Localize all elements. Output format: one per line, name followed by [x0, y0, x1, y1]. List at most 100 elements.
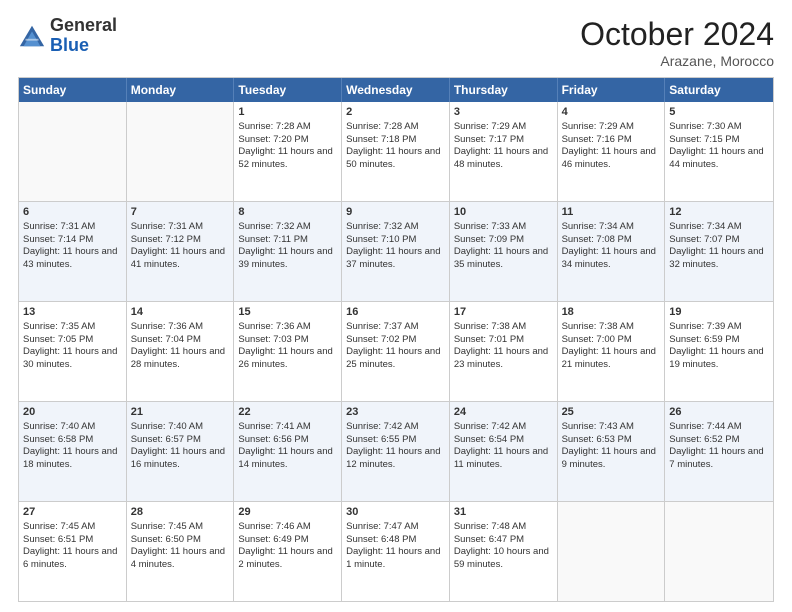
calendar-header: SundayMondayTuesdayWednesdayThursdayFrid…	[19, 78, 773, 102]
header-day-wednesday: Wednesday	[342, 78, 450, 102]
daylight-text: Daylight: 11 hours and 21 minutes.	[562, 346, 661, 372]
sunrise-text: Sunrise: 7:46 AM	[238, 521, 337, 534]
sunrise-text: Sunrise: 7:39 AM	[669, 321, 769, 334]
header-day-tuesday: Tuesday	[234, 78, 342, 102]
sunrise-text: Sunrise: 7:33 AM	[454, 221, 553, 234]
sunrise-text: Sunrise: 7:42 AM	[346, 421, 445, 434]
daylight-text: Daylight: 11 hours and 32 minutes.	[669, 246, 769, 272]
calendar-row-3: 20Sunrise: 7:40 AMSunset: 6:58 PMDayligh…	[19, 402, 773, 502]
daylight-text: Daylight: 11 hours and 6 minutes.	[23, 546, 122, 572]
day-cell-11: 11Sunrise: 7:34 AMSunset: 7:08 PMDayligh…	[558, 202, 666, 301]
day-cell-3: 3Sunrise: 7:29 AMSunset: 7:17 PMDaylight…	[450, 102, 558, 201]
empty-cell	[127, 102, 235, 201]
day-number: 3	[454, 105, 553, 120]
day-number: 10	[454, 205, 553, 220]
logo-icon	[18, 22, 46, 50]
empty-cell	[665, 502, 773, 601]
sunset-text: Sunset: 6:55 PM	[346, 434, 445, 447]
day-number: 18	[562, 305, 661, 320]
calendar-row-2: 13Sunrise: 7:35 AMSunset: 7:05 PMDayligh…	[19, 302, 773, 402]
header-day-sunday: Sunday	[19, 78, 127, 102]
calendar-body: 1Sunrise: 7:28 AMSunset: 7:20 PMDaylight…	[19, 102, 773, 601]
logo-text: General Blue	[50, 16, 117, 56]
day-cell-1: 1Sunrise: 7:28 AMSunset: 7:20 PMDaylight…	[234, 102, 342, 201]
daylight-text: Daylight: 11 hours and 52 minutes.	[238, 146, 337, 172]
day-number: 17	[454, 305, 553, 320]
sunset-text: Sunset: 7:14 PM	[23, 234, 122, 247]
day-number: 30	[346, 505, 445, 520]
day-cell-14: 14Sunrise: 7:36 AMSunset: 7:04 PMDayligh…	[127, 302, 235, 401]
daylight-text: Daylight: 11 hours and 2 minutes.	[238, 546, 337, 572]
day-cell-15: 15Sunrise: 7:36 AMSunset: 7:03 PMDayligh…	[234, 302, 342, 401]
calendar: SundayMondayTuesdayWednesdayThursdayFrid…	[18, 77, 774, 602]
day-cell-21: 21Sunrise: 7:40 AMSunset: 6:57 PMDayligh…	[127, 402, 235, 501]
sunset-text: Sunset: 6:53 PM	[562, 434, 661, 447]
day-number: 16	[346, 305, 445, 320]
daylight-text: Daylight: 11 hours and 14 minutes.	[238, 446, 337, 472]
sunset-text: Sunset: 7:20 PM	[238, 134, 337, 147]
day-number: 13	[23, 305, 122, 320]
sunset-text: Sunset: 6:59 PM	[669, 334, 769, 347]
sunset-text: Sunset: 6:56 PM	[238, 434, 337, 447]
daylight-text: Daylight: 11 hours and 23 minutes.	[454, 346, 553, 372]
day-number: 26	[669, 405, 769, 420]
daylight-text: Daylight: 11 hours and 26 minutes.	[238, 346, 337, 372]
sunset-text: Sunset: 6:52 PM	[669, 434, 769, 447]
day-cell-2: 2Sunrise: 7:28 AMSunset: 7:18 PMDaylight…	[342, 102, 450, 201]
month-title: October 2024	[580, 16, 774, 53]
sunrise-text: Sunrise: 7:37 AM	[346, 321, 445, 334]
day-cell-27: 27Sunrise: 7:45 AMSunset: 6:51 PMDayligh…	[19, 502, 127, 601]
daylight-text: Daylight: 11 hours and 28 minutes.	[131, 346, 230, 372]
sunset-text: Sunset: 7:17 PM	[454, 134, 553, 147]
day-cell-10: 10Sunrise: 7:33 AMSunset: 7:09 PMDayligh…	[450, 202, 558, 301]
daylight-text: Daylight: 11 hours and 39 minutes.	[238, 246, 337, 272]
calendar-row-1: 6Sunrise: 7:31 AMSunset: 7:14 PM Daylight…	[19, 202, 773, 302]
day-number: 15	[238, 305, 337, 320]
daylight-text: Daylight: 11 hours and 34 minutes.	[562, 246, 661, 272]
sunrise-text: Sunrise: 7:40 AM	[131, 421, 230, 434]
sunrise-text: Sunrise: 7:31 AM	[23, 221, 122, 234]
day-cell-13: 13Sunrise: 7:35 AMSunset: 7:05 PMDayligh…	[19, 302, 127, 401]
day-number: 5	[669, 105, 769, 120]
page: General Blue October 2024 Arazane, Moroc…	[0, 0, 792, 612]
title-block: October 2024 Arazane, Morocco	[580, 16, 774, 69]
day-cell-17: 17Sunrise: 7:38 AMSunset: 7:01 PMDayligh…	[450, 302, 558, 401]
sunset-text: Sunset: 7:11 PM	[238, 234, 337, 247]
sunset-text: Sunset: 7:01 PM	[454, 334, 553, 347]
daylight-text: Daylight: 11 hours and 19 minutes.	[669, 346, 769, 372]
sunset-text: Sunset: 7:15 PM	[669, 134, 769, 147]
day-cell-18: 18Sunrise: 7:38 AMSunset: 7:00 PMDayligh…	[558, 302, 666, 401]
day-cell-20: 20Sunrise: 7:40 AMSunset: 6:58 PMDayligh…	[19, 402, 127, 501]
day-cell-6: 6Sunrise: 7:31 AMSunset: 7:14 PMDaylight…	[19, 202, 127, 301]
day-number: 29	[238, 505, 337, 520]
sunset-text: Sunset: 7:12 PM	[131, 234, 230, 247]
daylight-text: Daylight: 11 hours and 25 minutes.	[346, 346, 445, 372]
day-number: 21	[131, 405, 230, 420]
sunrise-text: Sunrise: 7:36 AM	[131, 321, 230, 334]
sunset-text: Sunset: 7:00 PM	[562, 334, 661, 347]
day-cell-16: 16Sunrise: 7:37 AMSunset: 7:02 PMDayligh…	[342, 302, 450, 401]
day-number: 4	[562, 105, 661, 120]
day-cell-12: 12Sunrise: 7:34 AMSunset: 7:07 PMDayligh…	[665, 202, 773, 301]
day-number: 24	[454, 405, 553, 420]
day-number: 2	[346, 105, 445, 120]
day-number: 6	[23, 205, 122, 220]
daylight-text: Daylight: 11 hours and 50 minutes.	[346, 146, 445, 172]
sunset-text: Sunset: 7:10 PM	[346, 234, 445, 247]
sunset-text: Sunset: 7:03 PM	[238, 334, 337, 347]
daylight-text: Daylight: 11 hours and 9 minutes.	[562, 446, 661, 472]
sunrise-text: Sunrise: 7:48 AM	[454, 521, 553, 534]
sunset-text: Sunset: 7:02 PM	[346, 334, 445, 347]
sunrise-text: Sunrise: 7:28 AM	[238, 121, 337, 134]
sunset-text: Sunset: 7:04 PM	[131, 334, 230, 347]
sunrise-text: Sunrise: 7:32 AM	[346, 221, 445, 234]
day-number: 11	[562, 205, 661, 220]
sunset-text: Sunset: 7:09 PM	[454, 234, 553, 247]
sunset-text: Sunset: 6:57 PM	[131, 434, 230, 447]
sunrise-text: Sunrise: 7:43 AM	[562, 421, 661, 434]
day-number: 8	[238, 205, 337, 220]
day-number: 27	[23, 505, 122, 520]
day-cell-4: 4Sunrise: 7:29 AMSunset: 7:16 PMDaylight…	[558, 102, 666, 201]
location: Arazane, Morocco	[580, 53, 774, 69]
daylight-text: Daylight: 11 hours and 12 minutes.	[346, 446, 445, 472]
